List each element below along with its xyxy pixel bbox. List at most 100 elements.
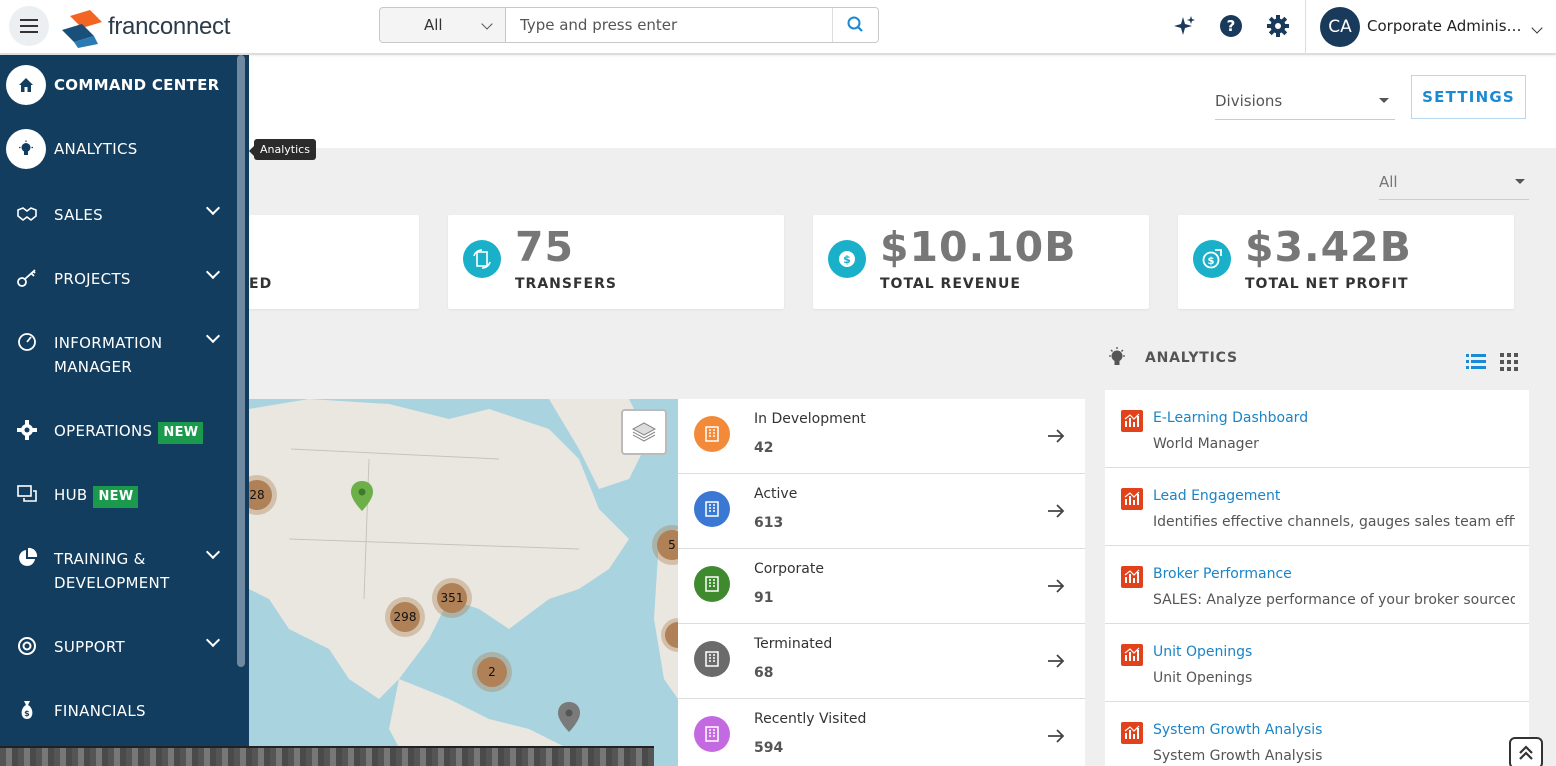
svg-text:$: $ <box>1208 256 1215 267</box>
brand-name: franconnect <box>108 13 231 40</box>
transfer-icon <box>463 240 501 278</box>
hamburger-menu-icon[interactable] <box>9 6 49 46</box>
key-icon <box>17 269 36 287</box>
list-view-icon[interactable] <box>1466 353 1486 371</box>
divisions-label: Divisions <box>1215 92 1283 110</box>
ai-sparkle-icon[interactable] <box>1172 14 1196 38</box>
sidebar-item-projects[interactable]: PROJECTS <box>0 264 237 297</box>
settings-gear-icon[interactable] <box>1266 14 1290 38</box>
global-search: All <box>379 7 879 43</box>
map-cluster-count: 28 <box>249 480 272 510</box>
analytics-item-title[interactable]: Broker Performance <box>1153 566 1292 582</box>
status-row-corporate[interactable]: Corporate 91 <box>678 549 1085 624</box>
map-cluster[interactable]: 2 <box>472 652 512 692</box>
status-label: Terminated <box>754 636 833 652</box>
search-scope-select[interactable]: All <box>380 8 506 42</box>
arrow-right-icon[interactable] <box>1045 725 1067 747</box>
money-bag-icon: $ <box>21 701 33 719</box>
status-count: 42 <box>754 440 774 456</box>
franconnect-logo[interactable]: franconnect <box>60 8 245 48</box>
grid-view-icon[interactable] <box>1500 353 1518 371</box>
help-icon[interactable]: ? <box>1219 14 1243 38</box>
arrow-right-icon[interactable] <box>1045 575 1067 597</box>
map-cluster[interactable]: 351 <box>432 578 472 618</box>
chevron-down-icon <box>205 632 221 648</box>
locations-map[interactable]: 28 351 298 2 5 <box>249 399 678 766</box>
stat-label: ED <box>249 276 273 292</box>
pie-icon <box>19 547 38 566</box>
stat-label: TRANSFERS <box>515 276 617 292</box>
user-menu[interactable]: CA Corporate Administr... <box>1305 0 1556 54</box>
stat-card-total-net-profit[interactable]: $ $3.42B TOTAL NET PROFIT <box>1178 215 1514 309</box>
arrow-right-icon[interactable] <box>1045 500 1067 522</box>
analytics-item-desc: System Growth Analysis <box>1153 748 1323 764</box>
settings-button[interactable]: SETTINGS <box>1411 75 1526 119</box>
status-count: 91 <box>754 590 774 606</box>
arrow-right-icon[interactable] <box>1045 425 1067 447</box>
stat-card-transfers[interactable]: 75 TRANSFERS <box>448 215 784 309</box>
analytics-item-title[interactable]: Lead Engagement <box>1153 488 1280 504</box>
double-chevron-up-icon <box>1519 745 1533 760</box>
map-cluster-count: 298 <box>390 602 420 632</box>
gear-icon <box>17 420 37 440</box>
top-bar: franconnect All ? CA C <box>0 0 1556 54</box>
stat-card-partial[interactable]: ED <box>249 215 419 309</box>
arrow-right-icon[interactable] <box>1045 650 1067 672</box>
analytics-tooltip: Analytics <box>249 139 316 160</box>
stat-card-total-revenue[interactable]: $ $10.10B TOTAL REVENUE <box>813 215 1149 309</box>
analytics-item-title[interactable]: System Growth Analysis <box>1153 722 1322 738</box>
analytics-item-title[interactable]: Unit Openings <box>1153 644 1252 660</box>
sidebar-scrollbar[interactable] <box>237 55 245 667</box>
map-pin-icon[interactable] <box>556 700 582 734</box>
status-row-recently-visited[interactable]: Recently Visited 594 <box>678 699 1085 766</box>
sidebar-item-information-manager[interactable]: INFORMATION MANAGER <box>0 328 237 381</box>
map-pin-icon[interactable] <box>349 479 375 513</box>
sidebar-item-analytics[interactable]: ANALYTICS <box>0 129 237 169</box>
search-scope-value: All <box>424 16 443 34</box>
status-label: Corporate <box>754 561 824 577</box>
map-cluster[interactable]: 298 <box>385 597 425 637</box>
sidebar-item-hub[interactable]: HUB NEW <box>0 481 237 513</box>
sidebar-item-support[interactable]: SUPPORT <box>0 632 237 665</box>
map-layers-button[interactable] <box>621 409 667 455</box>
profit-icon: $ <box>1193 240 1231 278</box>
stat-label: TOTAL REVENUE <box>880 276 1021 292</box>
svg-text:?: ? <box>1227 17 1236 35</box>
sidebar-item-label-line2: MANAGER <box>54 358 133 376</box>
filter-select[interactable]: All <box>1379 168 1529 200</box>
sidebar-item-command-center[interactable]: COMMAND CENTER <box>0 65 237 105</box>
analytics-dashboard-list: E-Learning Dashboard World Manager Lead … <box>1105 390 1529 766</box>
sidebar-item-label: SALES <box>54 206 103 224</box>
analytics-item[interactable]: E-Learning Dashboard World Manager <box>1105 390 1529 468</box>
building-icon <box>694 641 730 677</box>
sidebar-item-label-wrap: HUB NEW <box>54 483 139 508</box>
status-row-active[interactable]: Active 613 <box>678 474 1085 549</box>
bar-chart-icon <box>1121 722 1143 744</box>
scroll-to-top-button[interactable] <box>1509 737 1543 766</box>
sidebar-item-label: TRAINING & <box>54 550 146 568</box>
taskbar-strip <box>0 746 654 766</box>
sidebar-item-label: FINANCIALS <box>54 702 146 720</box>
search-input[interactable] <box>506 8 832 42</box>
analytics-item-title[interactable]: E-Learning Dashboard <box>1153 410 1308 426</box>
chevron-down-icon <box>205 200 221 216</box>
sidebar-item-training-development[interactable]: TRAINING & DEVELOPMENT <box>0 544 237 597</box>
bar-chart-icon <box>1121 488 1143 510</box>
divisions-select[interactable]: Divisions <box>1215 84 1395 120</box>
status-row-terminated[interactable]: Terminated 68 <box>678 624 1085 699</box>
status-row-in-development[interactable]: In Development 42 <box>678 399 1085 474</box>
sidebar-item-financials[interactable]: $ FINANCIALS <box>0 697 237 729</box>
user-name: Corporate Administr... <box>1367 17 1525 35</box>
analytics-item[interactable]: System Growth Analysis System Growth Ana… <box>1105 702 1529 766</box>
analytics-item-desc: SALES: Analyze performance of your broke… <box>1153 592 1515 608</box>
search-button[interactable] <box>832 8 878 42</box>
logo-mark-icon <box>62 10 102 48</box>
sidebar-item-sales[interactable]: SALES <box>0 200 237 233</box>
sidebar-item-operations[interactable]: OPERATIONS NEW <box>0 417 237 449</box>
analytics-item[interactable]: Unit Openings Unit Openings <box>1105 624 1529 702</box>
map-cluster-count: 351 <box>437 583 467 613</box>
analytics-item[interactable]: Lead Engagement Identifies effective cha… <box>1105 468 1529 546</box>
sidebar-item-label: COMMAND CENTER <box>54 76 220 94</box>
analytics-item[interactable]: Broker Performance SALES: Analyze perfor… <box>1105 546 1529 624</box>
search-icon <box>847 16 863 32</box>
